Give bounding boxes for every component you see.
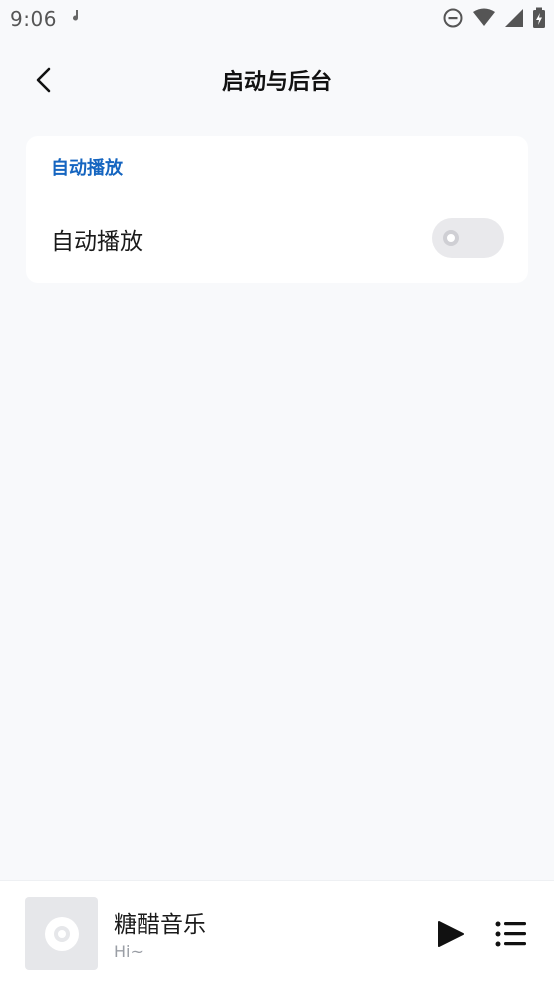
toggle-knob xyxy=(443,230,459,246)
mini-player[interactable]: 糖醋音乐 Hi~ xyxy=(0,880,554,986)
play-icon xyxy=(438,921,464,947)
autoplay-label: 自动播放 xyxy=(51,229,143,255)
top-app-bar: 启动与后台 xyxy=(0,48,554,112)
music-note-icon xyxy=(70,8,82,28)
track-title: 糖醋音乐 xyxy=(114,912,206,938)
cellular-signal-icon xyxy=(504,8,524,32)
album-art[interactable] xyxy=(25,897,98,970)
playlist-button[interactable] xyxy=(492,919,530,949)
status-time: 9:06 xyxy=(10,7,57,31)
play-button[interactable] xyxy=(432,917,468,951)
playlist-icon xyxy=(495,921,526,947)
section-title: 自动播放 xyxy=(51,158,123,179)
wifi-icon xyxy=(472,8,496,32)
status-icons xyxy=(442,7,546,33)
settings-card: 自动播放 自动播放 xyxy=(26,136,528,283)
track-subtitle: Hi~ xyxy=(114,942,144,961)
autoplay-toggle[interactable] xyxy=(432,218,504,258)
page-title: 启动与后台 xyxy=(221,70,332,95)
status-bar: 9:06 xyxy=(0,0,554,40)
battery-charging-icon xyxy=(532,7,546,33)
disc-icon xyxy=(44,916,79,951)
do-not-disturb-icon xyxy=(442,7,464,33)
